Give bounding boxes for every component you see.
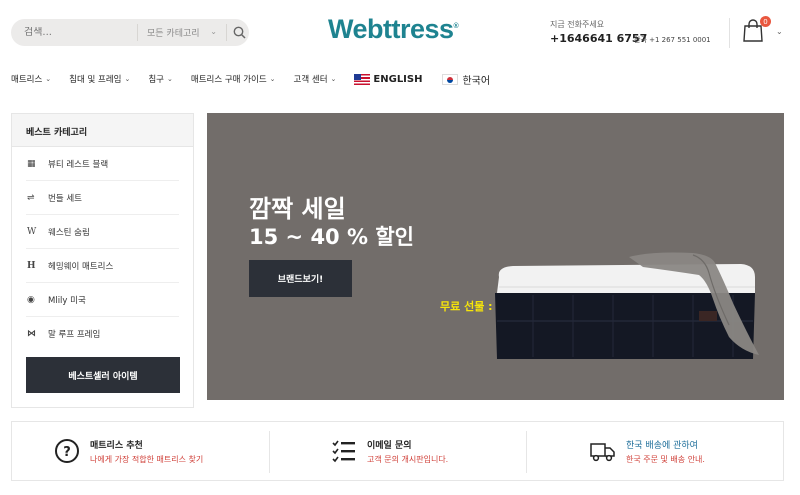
chevron-down-icon: ⌄	[124, 75, 131, 83]
checklist-icon	[331, 438, 357, 464]
search-category-label: 모든 카테고리	[147, 29, 200, 39]
feature-title: 한국 배송에 관하여	[626, 440, 698, 451]
chevron-down-icon: ⌄	[269, 75, 276, 83]
feature-mattress-recommendation[interactable]: ? 매트리스 추천 나에게 가장 적합한 매트리스 찾기	[12, 422, 269, 480]
sidebar-item-label: 뷰티 레스트 블랙	[48, 159, 109, 170]
nav-item-label: 매트리스 구매 가이드	[190, 75, 267, 85]
contact-label: 지금 전화주세요	[550, 20, 605, 29]
nav-item-label: 매트리스	[11, 75, 43, 85]
nav-item-mattress[interactable]: 매트리스 ⌄	[11, 73, 51, 85]
svg-text:?: ?	[63, 445, 71, 460]
chevron-down-icon: ⌄	[167, 75, 173, 83]
question-circle-icon: ?	[54, 438, 80, 464]
sidebar-item-malouf-frame[interactable]: ⋈ 말 루프 프레임	[26, 317, 179, 351]
search-category-select[interactable]: 모든 카테고리 ⌄	[137, 24, 227, 41]
bestseller-button[interactable]: 베스트셀러 아이템	[26, 357, 180, 393]
h-brand-icon: H	[27, 260, 36, 271]
nav-item-label: 고객 센터	[293, 75, 328, 85]
nav-item-buying-guide[interactable]: 매트리스 구매 가이드 ⌄	[191, 73, 276, 85]
logo-text: Webttress	[328, 14, 454, 44]
language-english[interactable]: ENGLISH	[354, 73, 423, 85]
sidebar-item-label: 헤밍웨이 매트리스	[48, 261, 114, 272]
feature-title: 이메일 문의	[367, 440, 412, 451]
bed-frame-icon: ⇌	[27, 192, 35, 203]
contact-phone[interactable]: +1646641 6757	[550, 32, 647, 45]
contact-phone-korea: 한국 +1 267 551 0001	[634, 36, 711, 44]
delivery-truck-icon	[590, 438, 616, 464]
best-categories-sidebar: 베스트 카테고리 ▦ 뷰티 레스트 블랙 ⇌ 번들 세트 W 웨스틴 숨림 H …	[11, 113, 194, 408]
m-brand-icon: ⋈	[27, 329, 36, 339]
chevron-down-icon: ⌄	[330, 75, 337, 83]
header-divider	[729, 18, 730, 48]
feature-email-inquiry[interactable]: 이메일 문의 고객 문의 개시판입니다.	[269, 422, 526, 480]
chevron-down-icon[interactable]: ⌄	[776, 27, 783, 36]
feature-subtitle: 나에게 가장 적합한 매트리스 찾기	[90, 454, 204, 464]
registered-mark: ®	[453, 23, 459, 30]
feature-korea-shipping[interactable]: 한국 배송에 관하여 한국 주문 및 배송 안내.	[526, 422, 783, 480]
hero-banner: 깜짝 세일 15 ~ 40 % 할인 브랜드보기! 무료 선물 : 매트리스 보…	[207, 113, 784, 400]
korea-flag-icon	[442, 73, 459, 85]
sidebar-item-label: Mlily 미국	[48, 295, 86, 306]
cart-count-badge: 0	[760, 16, 771, 27]
nav-item-label: 침구	[148, 75, 164, 85]
search-button[interactable]	[229, 19, 249, 46]
sidebar-item-beautyrest-black[interactable]: ▦ 뷰티 레스트 블랙	[26, 147, 179, 181]
chevron-down-icon: ⌄	[210, 27, 217, 36]
nav-item-beds-frames[interactable]: 침대 및 프레임 ⌄	[69, 73, 130, 85]
w-brand-icon: W	[27, 226, 37, 237]
bed-icon: ▦	[27, 158, 36, 169]
nav-item-bedding[interactable]: 침구 ⌄	[148, 73, 173, 85]
nav-item-label: 침대 및 프레임	[69, 75, 122, 85]
us-flag-icon	[354, 73, 371, 85]
feature-subtitle: 한국 주문 및 배송 안내.	[626, 454, 705, 464]
feature-bar: ? 매트리스 추천 나에게 가장 적합한 매트리스 찾기 이메일 문의 고객 문…	[11, 421, 784, 481]
view-brands-button[interactable]: 브랜드보기!	[249, 260, 352, 297]
sidebar-item-label: 웨스틴 숨림	[48, 227, 90, 238]
main-nav: 매트리스 ⌄ 침대 및 프레임 ⌄ 침구 ⌄ 매트리스 구매 가이드 ⌄ 고객 센터 ⌄ …	[11, 70, 510, 88]
sidebar-item-mlily[interactable]: ◉ Mlily 미국	[26, 283, 179, 317]
sidebar-item-label: 말 루프 프레임	[48, 330, 101, 340]
language-label: 한국어	[462, 75, 491, 87]
language-korean[interactable]: 한국어	[442, 72, 490, 87]
feature-subtitle: 고객 문의 개시판입니다.	[367, 454, 449, 464]
sidebar-item-label: 번들 세트	[48, 193, 82, 204]
sidebar-item-hemingway[interactable]: H 헤밍웨이 매트리스	[26, 249, 179, 283]
search-bar: 모든 카테고리 ⌄	[11, 19, 249, 46]
nav-item-customer-center[interactable]: 고객 센터 ⌄	[294, 73, 337, 85]
site-logo[interactable]: Webttress®	[328, 14, 459, 45]
search-icon	[233, 26, 246, 39]
sidebar-item-westin[interactable]: W 웨스틴 숨림	[26, 215, 179, 249]
mattress-image	[495, 252, 759, 359]
feature-title: 매트리스 추천	[90, 440, 143, 451]
chevron-down-icon: ⌄	[45, 75, 52, 83]
sidebar-title: 베스트 카테고리	[12, 114, 193, 147]
mlily-brand-icon: ◉	[27, 294, 35, 305]
hero-subtitle: 15 ~ 40 % 할인	[249, 225, 414, 249]
sidebar-item-bundle-set[interactable]: ⇌ 번들 세트	[26, 181, 179, 215]
hero-title: 깜짝 세일	[249, 195, 346, 223]
language-label: ENGLISH	[373, 73, 423, 85]
search-input[interactable]	[11, 27, 121, 38]
